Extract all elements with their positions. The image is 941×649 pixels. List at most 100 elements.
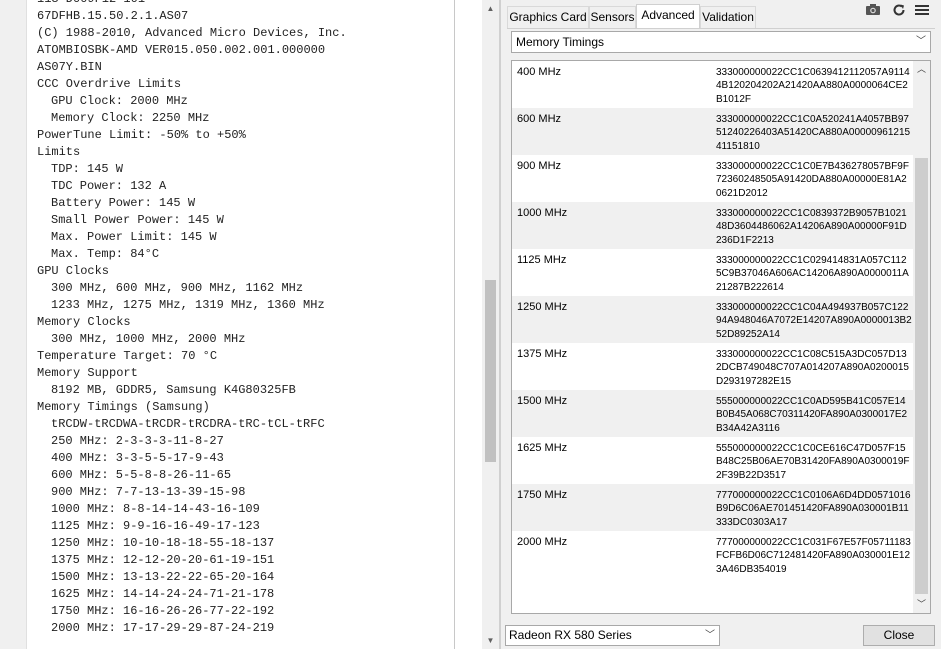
timing-frequency: 600 MHz (517, 113, 562, 125)
tab-advanced[interactable]: Advanced (636, 4, 700, 29)
text-line: 8192 MB, GDDR5, Samsung K4G80325FB (51, 383, 296, 397)
timing-hex-value: 333000000022CC1C04A494937B057C12294A9480… (716, 302, 912, 340)
tab-graphics-card[interactable]: Graphics Card (507, 6, 589, 28)
menu-icon[interactable] (913, 3, 931, 19)
timing-frequency: 1125 MHz (517, 254, 567, 266)
camera-icon[interactable] (864, 3, 882, 19)
timing-hex-value: 333000000022CC1C0A520241A4057BB975124022… (716, 114, 911, 152)
timing-row[interactable]: 1000 MHz 333000000022CC1C0839372B9057B102… (512, 202, 913, 249)
text-line: TDP: 145 W (51, 162, 124, 176)
timing-hex-value: 333000000022CC1C029414831A057C1125C9B370… (716, 255, 909, 293)
section-dropdown-value: Memory Timings (516, 35, 605, 49)
timing-frequency: 1250 MHz (517, 301, 568, 313)
bios-text-lines: 113-D009F12-10167DFHB.15.50.2.1.AS07 (C) … (37, 0, 347, 637)
text-line: 1233 MHz, 1275 MHz, 1319 MHz, 1360 MHz (51, 298, 325, 312)
timing-hex-value: 333000000022CC1C08C515A3DC057D132DCB7490… (716, 349, 909, 387)
tab-underline (507, 28, 935, 29)
chevron-down-icon: ﹀ (705, 630, 715, 641)
text-line: 2000 MHz: 17-17-29-29-87-24-219 (51, 621, 275, 635)
text-line: 1750 MHz: 16-16-26-26-77-22-192 (51, 604, 275, 618)
scroll-down-icon[interactable]: ▼ (482, 632, 499, 649)
timing-row[interactable]: 600 MHz 333000000022CC1C0A520241A4057BB97… (512, 108, 913, 155)
timing-row[interactable]: 400 MHz 333000000022CC1C0639412112057A911… (512, 61, 913, 108)
text-line: Battery Power: 145 W (51, 196, 196, 210)
text-line: 600 MHz: 5-5-8-8-26-11-65 (51, 468, 232, 482)
timing-frequency: 2000 MHz (517, 536, 568, 548)
timing-row[interactable]: 1750 MHz 777000000022CC1C0106A6D4DD057101… (512, 484, 913, 531)
gpu-dropdown-value: Radeon RX 580 Series (509, 628, 632, 642)
text-line: Small Power Power: 145 W (51, 213, 224, 227)
text-line: Limits (37, 145, 81, 159)
section-dropdown[interactable]: Memory Timings ﹀ (511, 31, 931, 53)
text-line: GPU Clocks (37, 264, 110, 278)
text-line: Memory Clocks (37, 315, 131, 329)
chevron-down-icon[interactable]: ﹀ (913, 596, 930, 613)
timing-row[interactable]: 2000 MHz 777000000022CC1C031F67E57F057111… (512, 531, 913, 578)
text-line: Memory Support (37, 366, 138, 380)
timing-hex-value: 333000000022CC1C0639412112057A91144B1202… (716, 67, 910, 105)
text-line: 1375 MHz: 12-12-20-20-61-19-151 (51, 553, 275, 567)
timing-row[interactable]: 1625 MHz 555000000022CC1C0CE616C47D057F15… (512, 437, 913, 484)
close-button[interactable]: Close (863, 625, 935, 646)
text-line: 67DFHB.15.50.2.1.AS07 (37, 9, 189, 23)
text-viewer-scrollbar[interactable]: ▲ ▼ (482, 0, 499, 649)
text-line: 113-D009F12-101 (37, 0, 347, 8)
timing-hex-value: 777000000022CC1C031F67E57F05711183FCFB6D… (716, 537, 911, 575)
refresh-icon[interactable] (890, 3, 908, 20)
timing-hex-value: 555000000022CC1C0CE616C47D057F15B48C25B0… (716, 443, 910, 481)
text-line: 900 MHz: 7-7-13-13-39-15-98 (51, 485, 246, 499)
tab-sensors[interactable]: Sensors (589, 6, 636, 28)
text-line: 1500 MHz: 13-13-22-22-65-20-164 (51, 570, 275, 584)
text-line: 1625 MHz: 14-14-24-24-71-21-178 (51, 587, 275, 601)
timing-hex-value: 777000000022CC1C0106A6D4DD0571016B9D6C06… (716, 490, 911, 528)
text-line: AS07Y.BIN (37, 60, 102, 74)
timing-frequency: 1500 MHz (517, 395, 568, 407)
timings-scrollbar[interactable]: ︿ ﹀ (913, 61, 930, 613)
text-line: GPU Clock: 2000 MHz (51, 94, 188, 108)
timing-row[interactable]: 900 MHz 333000000022CC1C0E7B436278057BF9F… (512, 155, 913, 202)
text-line: PowerTune Limit: -50% to +50% (37, 128, 246, 142)
text-line: Memory Timings (Samsung) (37, 400, 210, 414)
timing-row[interactable]: 1250 MHz 333000000022CC1C04A494937B057C12… (512, 296, 913, 343)
text-line: Temperature Target: 70 °C (37, 349, 218, 363)
gpuz-window: Graphics Card Sensors Advanced Validatio… (501, 0, 941, 649)
timing-row[interactable]: 1375 MHz 333000000022CC1C08C515A3DC057D13… (512, 343, 913, 390)
timing-row[interactable]: 1125 MHz 333000000022CC1C029414831A057C11… (512, 249, 913, 296)
timing-frequency: 1375 MHz (517, 348, 568, 360)
text-line: CCC Overdrive Limits (37, 77, 182, 91)
text-line: 300 MHz, 1000 MHz, 2000 MHz (51, 332, 246, 346)
text-line: 1000 MHz: 8-8-14-14-43-16-109 (51, 502, 260, 516)
text-viewer-pane: 113-D009F12-10167DFHB.15.50.2.1.AS07 (C) … (0, 0, 500, 649)
scrollbar-thumb[interactable] (485, 280, 496, 462)
timing-hex-value: 333000000022CC1C0E7B436278057BF9F7236024… (716, 161, 909, 199)
text-line: Max. Power Limit: 145 W (51, 230, 217, 244)
timing-hex-value: 555000000022CC1C0AD595B41C057E14B0B45A06… (716, 396, 908, 434)
text-line: 300 MHz, 600 MHz, 900 MHz, 1162 MHz (51, 281, 304, 295)
text-line: tRCDW-tRCDWA-tRCDR-tRCDRA-tRC-tCL-tRFC (51, 417, 325, 431)
line-gutter (0, 0, 27, 649)
timing-frequency: 900 MHz (517, 160, 562, 172)
text-line: 400 MHz: 3-3-5-5-17-9-43 (51, 451, 224, 465)
tab-validation[interactable]: Validation (700, 6, 756, 28)
timing-frequency: 1625 MHz (517, 442, 568, 454)
text-line: 250 MHz: 2-3-3-3-11-8-27 (51, 434, 224, 448)
timing-frequency: 400 MHz (517, 66, 562, 78)
chevron-up-icon[interactable]: ︿ (913, 61, 930, 78)
bios-text-area[interactable]: 113-D009F12-10167DFHB.15.50.2.1.AS07 (C) … (27, 0, 455, 649)
scroll-up-icon[interactable]: ▲ (482, 0, 499, 17)
chevron-down-icon: ﹀ (916, 36, 926, 47)
text-line: ATOMBIOSBK-AMD VER015.050.002.001.000000 (37, 43, 326, 57)
timing-row[interactable]: 1500 MHz 555000000022CC1C0AD595B41C057E14… (512, 390, 913, 437)
text-line: Max. Temp: 84°C (51, 247, 160, 261)
text-line: 1250 MHz: 10-10-18-18-55-18-137 (51, 536, 275, 550)
text-line: TDC Power: 132 A (51, 179, 167, 193)
text-line: (C) 1988-2010, Advanced Micro Devices, I… (37, 26, 347, 40)
timing-frequency: 1750 MHz (517, 489, 568, 501)
timing-frequency: 1000 MHz (517, 207, 568, 219)
text-line: Memory Clock: 2250 MHz (51, 111, 210, 125)
text-line: 1125 MHz: 9-9-16-16-49-17-123 (51, 519, 260, 533)
timings-scrollbar-thumb[interactable] (915, 158, 928, 594)
timing-hex-value: 333000000022CC1C0839372B9057B102148D3604… (716, 208, 907, 246)
memory-timings-list[interactable]: 400 MHz 333000000022CC1C0639412112057A911… (511, 60, 931, 614)
gpu-dropdown[interactable]: Radeon RX 580 Series ﹀ (505, 625, 720, 646)
